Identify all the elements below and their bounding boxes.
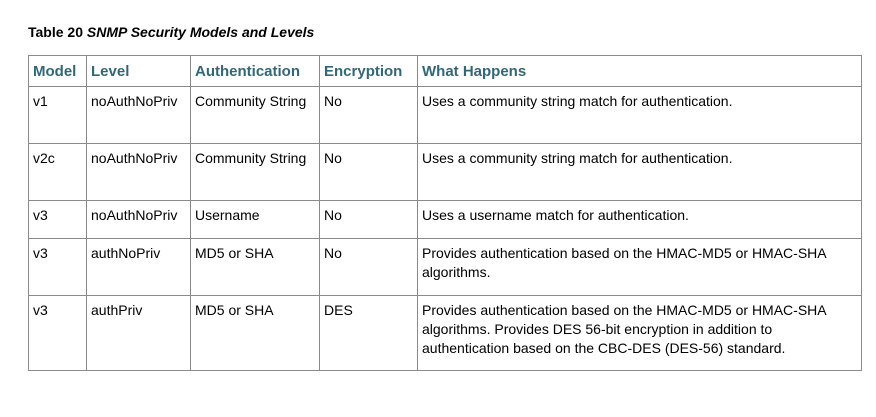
header-authentication: Authentication [191, 56, 320, 87]
header-level: Level [87, 56, 191, 87]
cell-model: v3 [29, 296, 87, 371]
cell-model: v1 [29, 87, 87, 144]
cell-encryption: No [320, 144, 418, 201]
cell-what-happens: Provides authentication based on the HMA… [418, 296, 862, 371]
table-row: v2c noAuthNoPriv Community String No Use… [29, 144, 862, 201]
cell-what-happens: Provides authentication based on the HMA… [418, 239, 862, 296]
cell-what-happens: Uses a community string match for authen… [418, 87, 862, 144]
cell-level: noAuthNoPriv [87, 87, 191, 144]
cell-model: v2c [29, 144, 87, 201]
cell-level: authNoPriv [87, 239, 191, 296]
cell-encryption: No [320, 87, 418, 144]
table-row: v3 authPriv MD5 or SHA DES Provides auth… [29, 296, 862, 371]
cell-level: noAuthNoPriv [87, 144, 191, 201]
header-model: Model [29, 56, 87, 87]
table-row: v1 noAuthNoPriv Community String No Uses… [29, 87, 862, 144]
header-row: Model Level Authentication Encryption Wh… [29, 56, 862, 87]
header-what-happens: What Happens [418, 56, 862, 87]
table-row: v3 authNoPriv MD5 or SHA No Provides aut… [29, 239, 862, 296]
cell-encryption: No [320, 201, 418, 239]
cell-model: v3 [29, 201, 87, 239]
cell-authentication: Username [191, 201, 320, 239]
table-caption: Table 20 SNMP Security Models and Levels [28, 24, 314, 40]
cell-level: noAuthNoPriv [87, 201, 191, 239]
cell-authentication: MD5 or SHA [191, 296, 320, 371]
cell-level: authPriv [87, 296, 191, 371]
cell-authentication: MD5 or SHA [191, 239, 320, 296]
header-encryption: Encryption [320, 56, 418, 87]
cell-encryption: DES [320, 296, 418, 371]
table-row: v3 noAuthNoPriv Username No Uses a usern… [29, 201, 862, 239]
cell-encryption: No [320, 239, 418, 296]
cell-model: v3 [29, 239, 87, 296]
cell-authentication: Community String [191, 144, 320, 201]
cell-what-happens: Uses a username match for authentication… [418, 201, 862, 239]
table-title: SNMP Security Models and Levels [86, 24, 315, 40]
cell-authentication: Community String [191, 87, 320, 144]
table-number: Table 20 [28, 24, 83, 40]
cell-what-happens: Uses a community string match for authen… [418, 144, 862, 201]
snmp-security-table: Model Level Authentication Encryption Wh… [28, 55, 862, 371]
